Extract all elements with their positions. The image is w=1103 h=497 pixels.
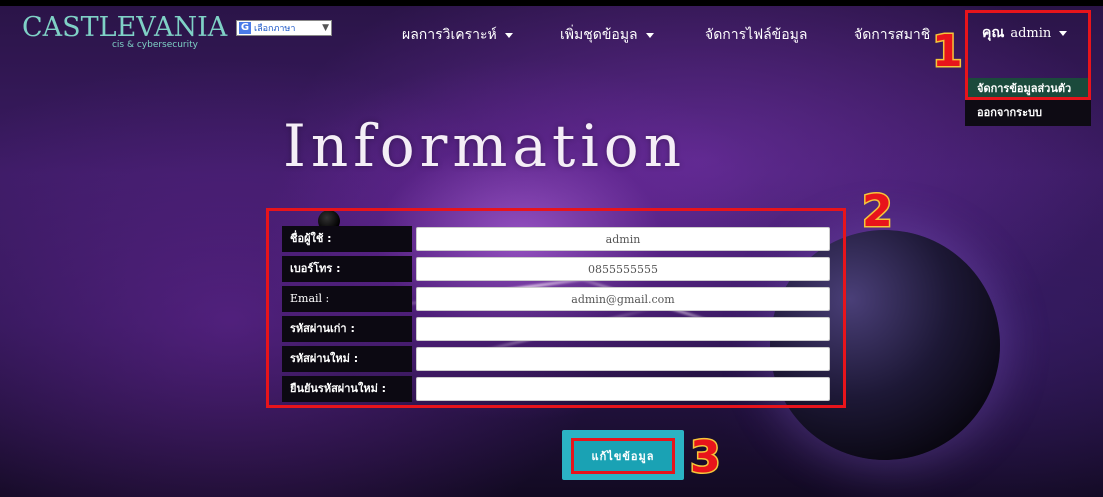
confirm-password-field[interactable]: [416, 377, 830, 401]
form-row-email: Email :: [282, 286, 830, 312]
annotation-marker-2: 2: [861, 186, 895, 237]
email-field[interactable]: [416, 287, 830, 311]
form-row-confirm-password: ยืนยันรหัสผ่านใหม่ :: [282, 376, 830, 402]
nav-item-label: เพิ่มชุดข้อมูล: [560, 27, 638, 43]
form-row-username: ชื่อผู้ใช้ :: [282, 226, 830, 252]
nav-add-dataset[interactable]: เพิ่มชุดข้อมูล: [560, 24, 654, 46]
new-password-label: รหัสผ่านใหม่ :: [282, 346, 412, 372]
confirm-password-label: ยืนยันรหัสผ่านใหม่ :: [282, 376, 412, 402]
caret-down-icon: [504, 32, 513, 38]
new-password-field[interactable]: [416, 347, 830, 371]
nav-item-label: จัดการไฟล์ข้อมูล: [705, 27, 808, 43]
nav-item-label: จัดการสมาชิ: [854, 27, 931, 43]
highlight-box-user-menu: [965, 10, 1091, 100]
annotation-marker-3: 3: [689, 432, 723, 483]
nav-analysis-results[interactable]: ผลการวิเคราะห์: [402, 24, 513, 46]
form-row-new-password: รหัสผ่านใหม่ :: [282, 346, 830, 372]
logo-title: CASTLEVANIA: [22, 12, 228, 43]
logo-subtitle: cis & cybersecurity: [111, 40, 198, 50]
nav-manage-members[interactable]: จัดการสมาชิ: [854, 24, 930, 46]
username-field[interactable]: [416, 227, 830, 251]
chevron-down-icon: ▼: [322, 23, 329, 33]
language-select[interactable]: G เลือกภาษา ▼: [236, 20, 332, 36]
phone-label: เบอร์โทร :: [282, 256, 412, 282]
phone-field[interactable]: [416, 257, 830, 281]
google-icon: G: [239, 22, 251, 34]
brand-logo[interactable]: CASTLEVANIA cis & cybersecurity: [22, 12, 227, 52]
nav-item-label: ผลการวิเคราะห์: [402, 27, 497, 43]
email-label: Email :: [282, 286, 412, 312]
old-password-field[interactable]: [416, 317, 830, 341]
menu-item-logout[interactable]: ออกจากระบบ: [965, 100, 1091, 126]
caret-down-icon: [645, 32, 654, 38]
language-select-label: เลือกภาษา: [254, 24, 296, 34]
annotation-marker-1: 1: [931, 26, 965, 77]
edit-profile-button[interactable]: แก้ไขข้อมูล: [571, 438, 675, 474]
username-label: ชื่อผู้ใช้ :: [282, 226, 412, 252]
old-password-label: รหัสผ่านเก่า :: [282, 316, 412, 342]
form-row-phone: เบอร์โทร :: [282, 256, 830, 282]
nav-manage-files[interactable]: จัดการไฟล์ข้อมูล: [705, 24, 807, 46]
page-title: Information: [283, 112, 687, 180]
page-background: CASTLEVANIA cis & cybersecurity G เลือกภ…: [0, 0, 1103, 497]
form-row-old-password: รหัสผ่านเก่า :: [282, 316, 830, 342]
